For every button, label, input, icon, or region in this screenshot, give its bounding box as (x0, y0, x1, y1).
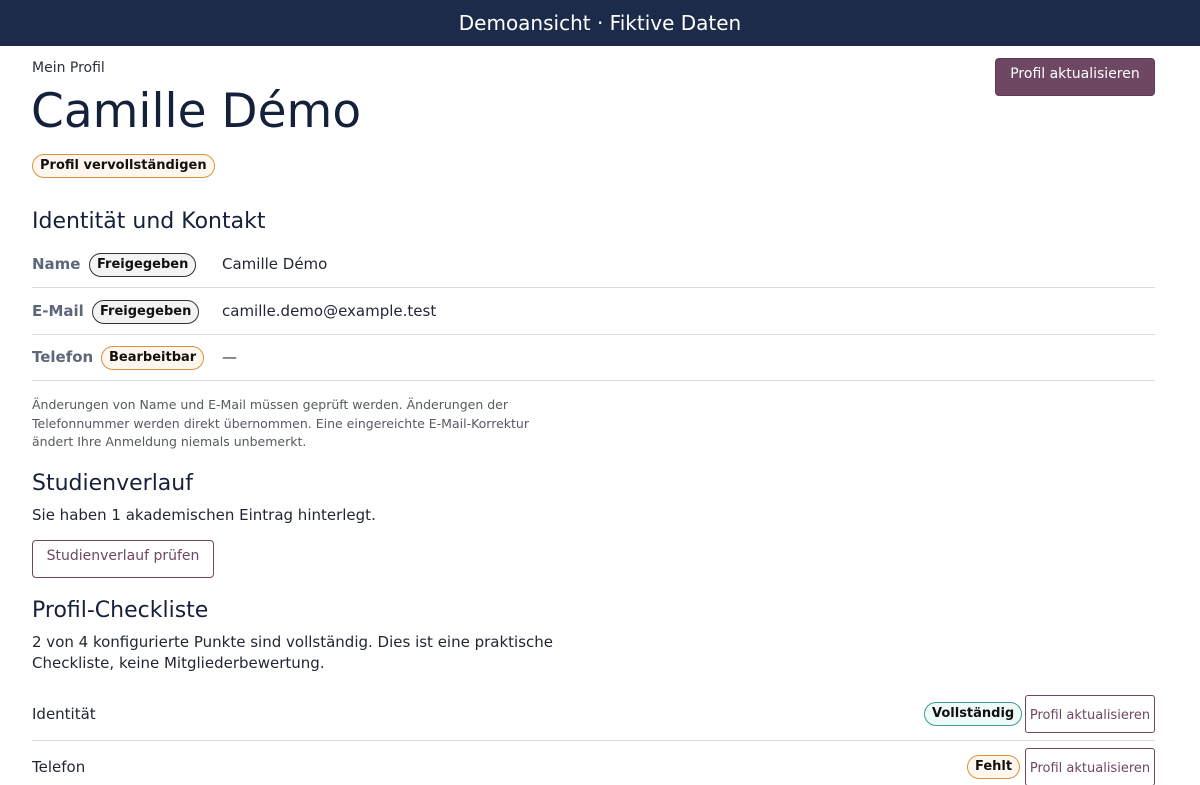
status-badge: Fehlt (967, 755, 1021, 779)
update-profile-button[interactable]: Profil aktualisieren (1025, 748, 1155, 785)
checklist-heading: Profil-Checkliste (32, 598, 209, 623)
checklist-summary: 2 von 4 konfigurierte Punkte sind vollst… (32, 633, 554, 672)
identity-row-name: Name Freigegeben Camille Démo (32, 242, 1155, 288)
status-badge: Vollständig (924, 702, 1023, 726)
row-value: — (222, 348, 237, 366)
page-title: Camille Démo (31, 84, 362, 139)
demo-banner: Demoansicht · Fiktive Daten (0, 0, 1200, 46)
update-profile-button[interactable]: Profil aktualisieren (995, 58, 1155, 96)
update-profile-button[interactable]: Profil aktualisieren (1025, 695, 1155, 733)
checklist-item-phone: Telefon Fehlt Profil aktualisieren (32, 741, 1155, 785)
row-label: Telefon (32, 348, 94, 366)
study-text: Sie haben 1 akademischen Eintrag hinterl… (32, 506, 376, 524)
approval-badge: Freigegeben (89, 253, 197, 277)
identity-row-email: E-Mail Freigegeben camille.demo@example.… (32, 289, 1155, 335)
page-eyebrow: Mein Profil (32, 60, 105, 76)
row-value: Camille Démo (222, 255, 328, 273)
review-study-button[interactable]: Studienverlauf prüfen (32, 540, 214, 578)
profile-status-badge: Profil vervollständigen (32, 154, 215, 178)
checklist-item-identity: Identität Vollständig Profil aktualisier… (32, 690, 1155, 741)
study-heading: Studienverlauf (32, 471, 193, 496)
row-label: E-Mail (32, 302, 84, 320)
identity-row-phone: Telefon Bearbeitbar — (32, 335, 1155, 381)
row-value: camille.demo@example.test (222, 302, 437, 320)
identity-heading: Identität und Kontakt (32, 209, 266, 234)
checklist-item-label: Identität (32, 705, 96, 723)
row-label: Name (32, 255, 81, 273)
checklist-item-label: Telefon (32, 758, 86, 776)
editable-badge: Bearbeitbar (101, 346, 205, 370)
approval-badge: Freigegeben (92, 300, 200, 324)
identity-note: Änderungen von Name und E-Mail müssen ge… (32, 397, 529, 449)
